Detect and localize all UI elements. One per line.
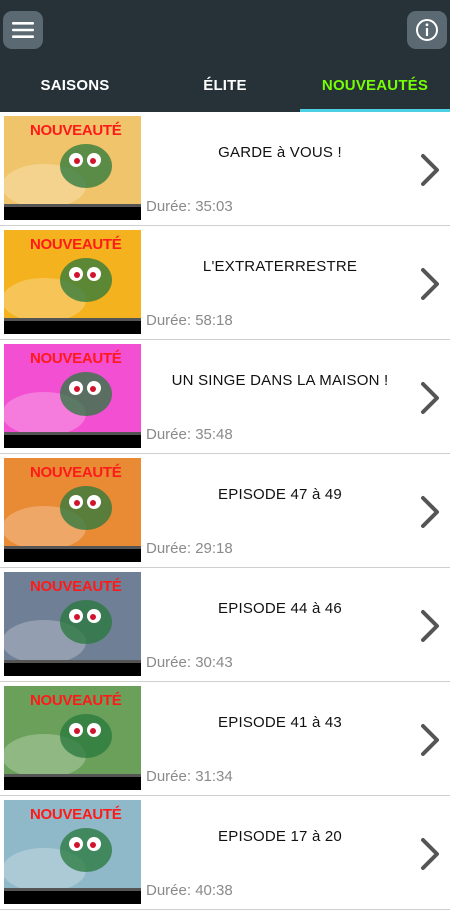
chevron-right-icon — [421, 154, 439, 186]
hamburger-menu-icon — [12, 22, 34, 38]
new-badge: NOUVEAUTÉ — [30, 236, 122, 253]
new-badge: NOUVEAUTÉ — [30, 692, 122, 709]
episode-duration: Durée: 58:18 — [146, 312, 233, 329]
episode-title: UN SINGE DANS LA MAISON ! — [171, 372, 389, 389]
episode-thumbnail: NOUVEAUTÉ — [4, 686, 141, 790]
episode-row[interactable]: NOUVEAUTÉ GARDE à VOUS ! Durée: 35:03 — [0, 112, 450, 226]
episode-thumbnail: NOUVEAUTÉ — [4, 572, 141, 676]
new-badge: NOUVEAUTÉ — [30, 122, 122, 139]
episode-title: EPISODE 17 à 20 — [218, 828, 342, 845]
episode-row[interactable]: NOUVEAUTÉ L'EXTRATERRESTRE Durée: 58:18 — [0, 226, 450, 340]
episode-title: EPISODE 47 à 49 — [218, 486, 342, 503]
chevron-right-icon — [421, 268, 439, 300]
episode-row[interactable]: NOUVEAUTÉ EPISODE 17 à 20 Durée: 40:38 — [0, 796, 450, 910]
episode-duration: Durée: 35:03 — [146, 198, 233, 215]
episode-row[interactable]: NOUVEAUTÉ EPISODE 41 à 43 Durée: 31:34 — [0, 682, 450, 796]
chevron-right-icon — [421, 724, 439, 756]
episode-list: NOUVEAUTÉ GARDE à VOUS ! Durée: 35:03 NO… — [0, 112, 450, 910]
chevron-right-icon — [421, 838, 439, 870]
episode-duration: Durée: 30:43 — [146, 654, 233, 671]
new-badge: NOUVEAUTÉ — [30, 464, 122, 481]
info-button[interactable] — [407, 11, 447, 49]
episode-duration: Durée: 40:38 — [146, 882, 233, 899]
episode-row[interactable]: NOUVEAUTÉ EPISODE 44 à 46 Durée: 30:43 — [0, 568, 450, 682]
tab-saisons[interactable]: SAISONS — [0, 58, 150, 112]
episode-duration: Durée: 35:48 — [146, 426, 233, 443]
tab-bar: SAISONS ÉLITE NOUVEAUTÉS — [0, 58, 450, 112]
new-badge: NOUVEAUTÉ — [30, 578, 122, 595]
episode-duration: Durée: 31:34 — [146, 768, 233, 785]
episode-row[interactable]: NOUVEAUTÉ EPISODE 47 à 49 Durée: 29:18 — [0, 454, 450, 568]
episode-duration: Durée: 29:18 — [146, 540, 233, 557]
tab-nouveautes[interactable]: NOUVEAUTÉS — [300, 58, 450, 112]
info-icon — [416, 19, 438, 41]
episode-thumbnail: NOUVEAUTÉ — [4, 230, 141, 334]
episode-row[interactable]: NOUVEAUTÉ UN SINGE DANS LA MAISON ! Duré… — [0, 340, 450, 454]
episode-title: GARDE à VOUS ! — [218, 144, 342, 161]
episode-thumbnail: NOUVEAUTÉ — [4, 344, 141, 448]
new-badge: NOUVEAUTÉ — [30, 350, 122, 367]
episode-title: EPISODE 44 à 46 — [218, 600, 342, 617]
chevron-right-icon — [421, 496, 439, 528]
chevron-right-icon — [421, 382, 439, 414]
chevron-right-icon — [421, 610, 439, 642]
episode-thumbnail: NOUVEAUTÉ — [4, 116, 141, 220]
tab-elite[interactable]: ÉLITE — [150, 58, 300, 112]
menu-button[interactable] — [3, 11, 43, 49]
episode-thumbnail: NOUVEAUTÉ — [4, 800, 141, 904]
episode-thumbnail: NOUVEAUTÉ — [4, 458, 141, 562]
episode-title: L'EXTRATERRESTRE — [202, 258, 358, 275]
app-toolbar — [0, 0, 450, 58]
episode-title: EPISODE 41 à 43 — [218, 714, 342, 731]
new-badge: NOUVEAUTÉ — [30, 806, 122, 823]
